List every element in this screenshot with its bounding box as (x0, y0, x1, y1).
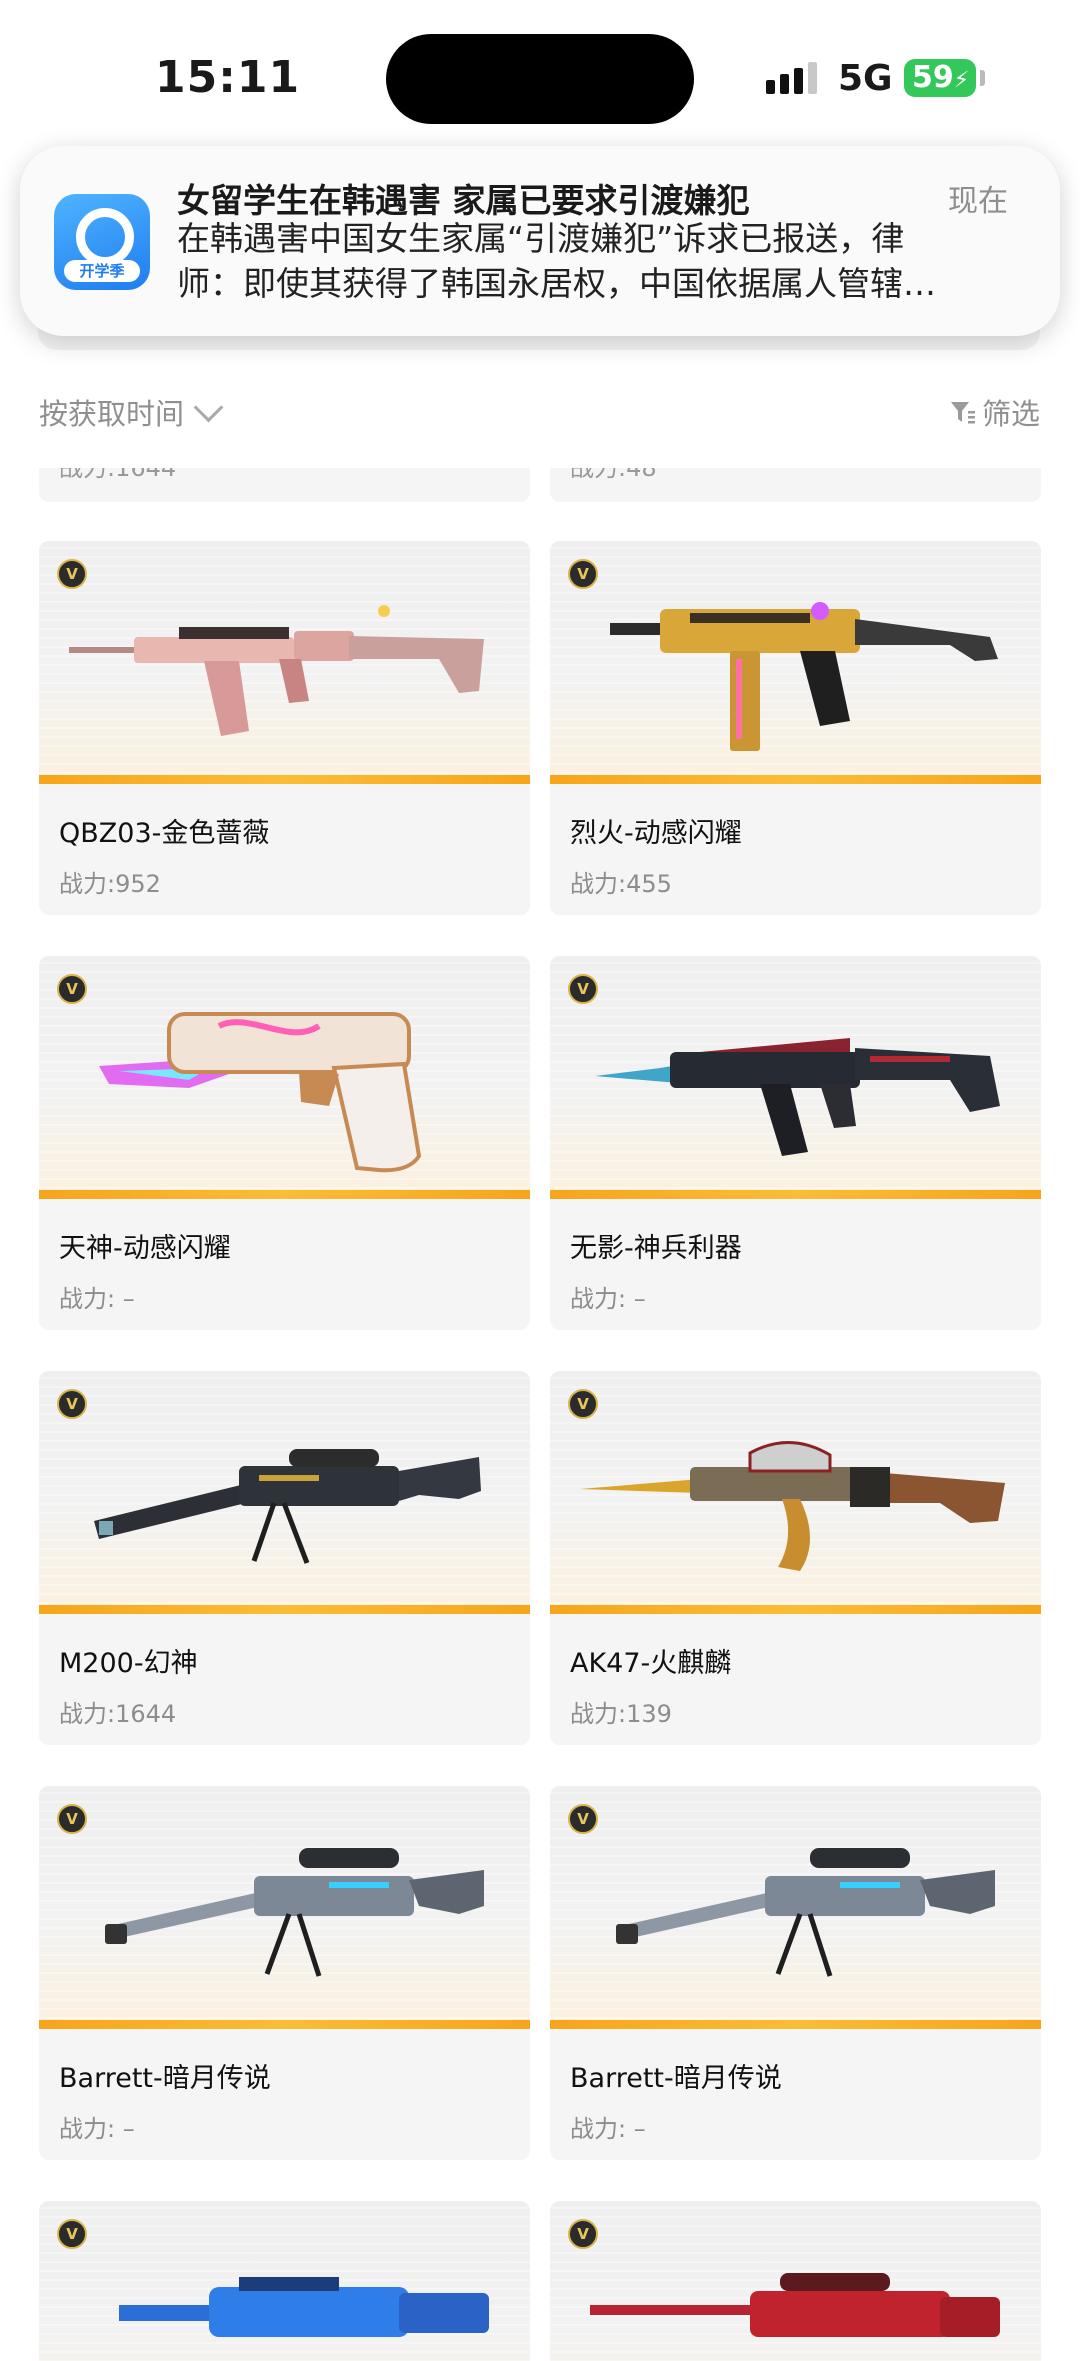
dynamic-island (386, 34, 694, 124)
vip-badge: V (568, 1804, 598, 1834)
weapon-name: AK47-火麒麟 (570, 1648, 732, 1679)
filter-bar: 按获取时间 筛选 (0, 385, 1080, 437)
notification-body-line: 在韩遇害中国女生家属“引渡嫌犯”诉求已报送，律 (177, 219, 905, 258)
weapon-power: 战力:139 (570, 1700, 672, 1728)
previous-card-partial[interactable]: 战力:48 (550, 468, 1041, 502)
news-notification[interactable]: 开学季 女留学生在韩遇害 家属已要求引渡嫌犯 现在 在韩遇害中国女生家属“引渡嫌… (20, 146, 1060, 336)
sniper-silver-icon (105, 1848, 484, 1977)
sort-label: 按获取时间 (39, 397, 185, 431)
notification-time: 现在 (948, 184, 1008, 219)
weapon-card[interactable]: V (550, 2201, 1041, 2361)
vip-badge: V (57, 974, 87, 1004)
notification-title: 女留学生在韩遇害 家属已要求引渡嫌犯 (177, 181, 750, 220)
vip-badge: V (568, 974, 598, 1004)
notification-body: 在韩遇害中国女生家属“引渡嫌犯”诉求已报送，律 师：即使其获得了韩国永居权，中国… (177, 216, 1027, 306)
weapon-power: 战力:1644 (59, 1700, 177, 1728)
weapon-power: 战力: – (59, 1285, 135, 1313)
weapon-name: M200-幻神 (59, 1648, 198, 1679)
weapon-card[interactable]: V 天神-动感闪耀 战力: – (39, 956, 530, 1330)
funnel-icon (950, 402, 975, 424)
filter-button[interactable]: 筛选 (950, 391, 1040, 433)
weapon-name: Barrett-暗月传说 (570, 2063, 782, 2094)
weapon-power: 战力: – (570, 1285, 646, 1313)
sniper-black-icon (94, 1449, 481, 1564)
vip-badge: V (568, 559, 598, 589)
weapon-power: 战力: – (59, 2115, 135, 2143)
vip-badge: V (57, 2219, 87, 2249)
weapon-power: 战力:952 (59, 870, 161, 898)
smg-gold-icon (610, 602, 998, 751)
notification-body-line: 师：即使其获得了韩国永居权，中国依据属人管辖… (177, 264, 936, 303)
weapon-card[interactable]: V 烈火-动感闪耀 战力:455 (550, 541, 1041, 915)
battery-level: 59 (912, 60, 954, 95)
sniper-silver-icon (616, 1848, 995, 1977)
weapon-card[interactable]: V (39, 2201, 530, 2361)
weapon-name: 天神-动感闪耀 (59, 1233, 231, 1264)
battery-icon: 59⚡ (904, 59, 976, 97)
weapon-name: Barrett-暗月传说 (59, 2063, 271, 2094)
chevron-down-icon (193, 392, 224, 422)
weapon-name: 无影-神兵利器 (570, 1233, 742, 1264)
sort-dropdown[interactable]: 按获取时间 (39, 391, 224, 433)
rifle-pink-icon (69, 605, 484, 736)
news-app-icon: 开学季 (54, 194, 150, 290)
pistol-white-icon (99, 1012, 422, 1173)
vip-badge: V (568, 1389, 598, 1419)
vip-badge: V (57, 1804, 87, 1834)
weapon-card[interactable]: V Barrett-暗月传说 战力: – (550, 1786, 1041, 2160)
rifle-blue-icon (119, 2277, 489, 2337)
status-time: 15:11 (155, 52, 301, 103)
weapon-name: 烈火-动感闪耀 (570, 818, 742, 849)
ak47-gold-icon (580, 1441, 1005, 1571)
weapon-card[interactable]: V QBZ03-金色蔷薇 战力:952 (39, 541, 530, 915)
vip-badge: V (57, 1389, 87, 1419)
sniper-red-icon (590, 2273, 1000, 2337)
battery-tip (980, 70, 985, 86)
weapon-card[interactable]: V AK47-火麒麟 战力:139 (550, 1371, 1041, 1745)
weapon-name: QBZ03-金色蔷薇 (59, 818, 270, 849)
status-bar: 15:11 5G 59⚡ (0, 0, 1080, 150)
vip-badge: V (57, 559, 87, 589)
weapon-card[interactable]: V 无影-神兵利器 战力: – (550, 956, 1041, 1330)
signal-icon (766, 62, 817, 94)
network-type: 5G (838, 58, 893, 99)
filter-label: 筛选 (981, 397, 1040, 431)
previous-card-partial[interactable]: 战力:1644 (39, 468, 530, 502)
weapon-card[interactable]: V M200-幻神 战力:1644 (39, 1371, 530, 1745)
app-icon-label: 开学季 (64, 260, 140, 282)
rifle-dark-icon (595, 1038, 1000, 1156)
vip-badge: V (568, 2219, 598, 2249)
weapon-card[interactable]: V Barrett-暗月传说 战力: – (39, 1786, 530, 2160)
weapon-power: 战力:455 (570, 870, 672, 898)
weapon-power: 战力: – (570, 2115, 646, 2143)
